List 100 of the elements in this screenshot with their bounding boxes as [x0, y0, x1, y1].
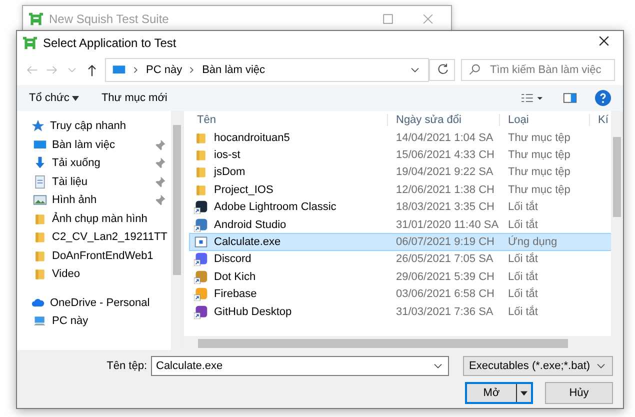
- robot-icon: [29, 12, 43, 26]
- breadcrumb-item[interactable]: Bàn làm việc: [202, 64, 266, 76]
- type-cell-text: Thư mục tệp: [507, 184, 572, 196]
- date-cell-text: 12/06/2021 1:38 CH: [395, 184, 496, 196]
- down-arrow-icon: [33, 156, 47, 170]
- navigation-item[interactable]: Tài liệu: [27, 172, 171, 191]
- date-cell-text: 19/04/2021 9:22 SA: [395, 166, 494, 178]
- window-title: New Squish Test Suite: [49, 12, 169, 26]
- file-name: Adobe Lightroom Classic: [214, 201, 336, 214]
- file-name: Calculate.exe: [214, 236, 281, 248]
- file-row[interactable]: Discord 26/05/2021 7:05 SA Lối tắt: [189, 250, 611, 268]
- navigation-item[interactable]: C2_CV_Lan2_19211TT: [27, 228, 171, 246]
- folder-icon: [194, 130, 208, 145]
- column-header[interactable]: Ngày sửa đổi: [387, 114, 499, 126]
- file-row[interactable]: Project_IOS 12/06/2021 1:38 CH Thư mục tệp: [189, 181, 611, 199]
- type-cell-text: Lối tắt: [507, 270, 539, 283]
- folder-icon: [194, 148, 208, 162]
- type-cell-text: Lối tắt: [507, 288, 539, 300]
- navigation-item[interactable]: PC này: [27, 312, 171, 330]
- shortcut-icon: [194, 218, 208, 232]
- file-row[interactable]: jsDom 19/04/2021 9:22 SA Thư mục tệp: [189, 164, 611, 182]
- type-cell-text: Lối tắt: [507, 201, 539, 214]
- folder-icon: [33, 267, 47, 282]
- file-row[interactable]: GitHub Desktop 31/03/2021 7:36 SA Lối tắt: [189, 302, 611, 320]
- file-name: hocandroituan5: [214, 132, 290, 144]
- type-cell-text: Thư mục tệp: [507, 166, 572, 178]
- file-name: jsDom: [214, 166, 246, 178]
- address-bar[interactable]: PC này Bàn làm việc: [105, 58, 429, 82]
- file-name: ios-st: [214, 149, 240, 162]
- type-cell-text: Lối tắt: [507, 306, 539, 318]
- shortcut-icon: [194, 304, 208, 319]
- folder-icon: [194, 165, 208, 180]
- picture-icon: [33, 193, 47, 208]
- file-name-field[interactable]: Calculate.exe: [151, 356, 449, 376]
- open-button[interactable]: Mở: [465, 382, 533, 404]
- navigation-item[interactable]: Truy cập nhanh: [27, 117, 171, 136]
- file-row[interactable]: Calculate.exe 06/07/2021 9:19 CH Ứng dụng: [189, 233, 611, 251]
- up-arrow-icon[interactable]: [85, 63, 99, 77]
- shortcut-icon: [194, 200, 208, 214]
- date-cell-text: 06/07/2021 9:19 CH: [395, 236, 496, 248]
- maximize-icon[interactable]: [381, 12, 395, 26]
- type-cell-text: Thư mục tệp: [507, 149, 572, 162]
- cancel-button[interactable]: Hủy: [545, 382, 613, 404]
- column-header[interactable]: Tên: [189, 114, 387, 126]
- file-name: Android Studio: [214, 218, 286, 231]
- shortcut-icon: [194, 287, 208, 302]
- organize-menu[interactable]: Tổ chức: [29, 92, 80, 104]
- file-name: Firebase: [214, 288, 257, 300]
- navigation-item[interactable]: Bàn làm việc: [27, 136, 171, 154]
- navigation-item[interactable]: Hình ảnh: [27, 191, 171, 210]
- folder-icon: [33, 230, 47, 244]
- view-list-icon[interactable]: [519, 91, 545, 105]
- navigation-item[interactable]: Ảnh chụp màn hình: [27, 210, 171, 228]
- navigation-item[interactable]: Video: [27, 265, 171, 284]
- help-icon[interactable]: [595, 90, 611, 106]
- navigation-item[interactable]: DoAnFrontEndWeb1: [27, 246, 171, 265]
- column-header[interactable]: Kí: [589, 114, 609, 126]
- document-icon: [33, 174, 47, 189]
- file-row[interactable]: Dot Kich 29/06/2021 5:39 CH Lối tắt: [189, 268, 611, 286]
- file-name: GitHub Desktop: [214, 306, 292, 318]
- navigation-item[interactable]: Tải xuống: [27, 154, 171, 172]
- scrollbar[interactable]: [171, 111, 183, 350]
- file-row[interactable]: ios-st 15/06/2021 4:33 CH Thư mục tệp: [189, 146, 611, 164]
- scrollbar[interactable]: [611, 111, 623, 336]
- date-cell-text: 31/01/2020 11:40 SA: [395, 218, 500, 231]
- date-cell-text: 26/05/2021 7:05 SA: [395, 253, 494, 266]
- type-cell-text: Lối tắt: [507, 253, 539, 266]
- scrollbar[interactable]: [184, 336, 623, 350]
- star-icon: [31, 119, 45, 134]
- search-field[interactable]: Tìm kiếm Bàn làm việc: [461, 59, 615, 81]
- file-row[interactable]: Adobe Lightroom Classic 18/03/2021 3:35 CH Lối tắt: [189, 198, 611, 216]
- close-icon: [597, 34, 611, 48]
- type-cell-text: Ứng dụng: [507, 236, 558, 248]
- file-row[interactable]: hocandroituan5 14/04/2021 1:04 SA Thư mục tệp: [189, 129, 611, 146]
- file-type-dropdown[interactable]: Executables (*.exe;*.bat): [463, 356, 613, 376]
- file-name: Discord: [214, 253, 252, 266]
- date-cell-text: 15/06/2021 4:33 CH: [395, 149, 496, 162]
- search-icon: [468, 63, 482, 77]
- date-cell-text: 14/04/2021 1:04 SA: [395, 132, 494, 144]
- file-row[interactable]: Firebase 03/06/2021 6:58 CH Lối tắt: [189, 286, 611, 303]
- application-icon: [194, 235, 208, 250]
- navigation-item[interactable]: OneDrive - Personal: [27, 294, 171, 312]
- column-header[interactable]: Loại: [499, 114, 589, 126]
- dialog-title: Select Application to Test: [43, 36, 176, 50]
- type-cell-text: Thư mục tệp: [507, 132, 572, 144]
- date-cell-text: 03/06/2021 6:58 CH: [395, 288, 496, 300]
- folder-icon: [33, 248, 47, 263]
- shortcut-icon: [194, 270, 208, 284]
- date-cell-text: 29/06/2021 5:39 CH: [395, 270, 496, 283]
- file-row[interactable]: Android Studio 31/01/2020 11:40 SA Lối tắt: [189, 216, 611, 234]
- close-icon[interactable]: [421, 12, 435, 26]
- caret-icon: [72, 96, 80, 101]
- date-cell-text: 18/03/2021 3:35 CH: [395, 201, 496, 214]
- new-folder-button[interactable]: Thư mục mới: [101, 92, 168, 104]
- robot-icon: [23, 36, 37, 50]
- file-name-label: Tên tệp:: [106, 360, 147, 372]
- type-cell-text: Lối tắt: [507, 218, 539, 231]
- refresh-button[interactable]: [429, 59, 455, 81]
- preview-pane-icon[interactable]: [563, 91, 577, 105]
- breadcrumb-item[interactable]: PC này: [146, 64, 182, 76]
